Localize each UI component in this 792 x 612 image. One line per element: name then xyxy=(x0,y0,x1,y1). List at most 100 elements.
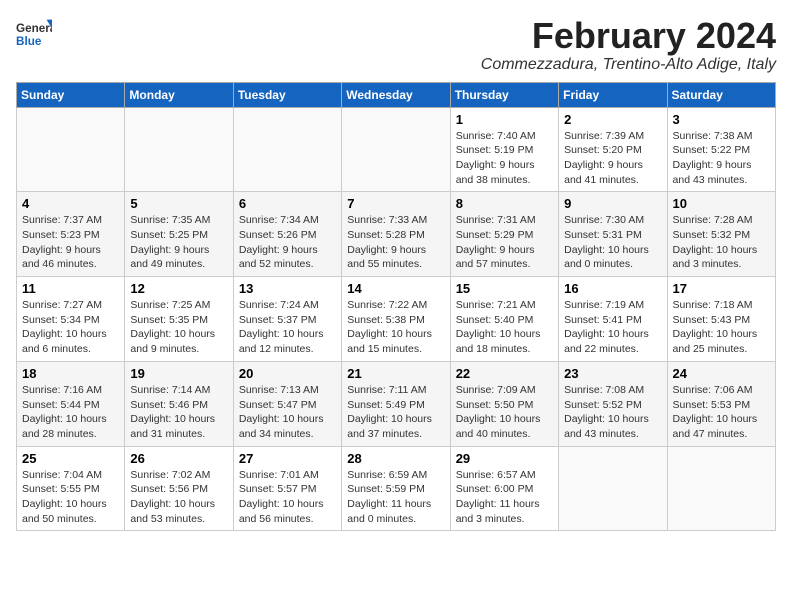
day-number: 27 xyxy=(239,451,336,466)
table-row: 2 Sunrise: 7:39 AM Sunset: 5:20 PM Daylig… xyxy=(559,107,667,192)
day-number: 17 xyxy=(673,281,770,296)
header-friday: Friday xyxy=(559,82,667,107)
week-row-4: 18 Sunrise: 7:16 AM Sunset: 5:44 PM Dayli… xyxy=(17,361,776,446)
day-detail: Sunrise: 7:35 AM Sunset: 5:25 PM Dayligh… xyxy=(130,213,227,272)
table-row xyxy=(125,107,233,192)
svg-text:Blue: Blue xyxy=(16,35,42,48)
day-number: 25 xyxy=(22,451,119,466)
table-row: 28 Sunrise: 6:59 AM Sunset: 5:59 PM Dayli… xyxy=(342,446,450,531)
day-detail: Sunrise: 7:33 AM Sunset: 5:28 PM Dayligh… xyxy=(347,213,444,272)
table-row: 5 Sunrise: 7:35 AM Sunset: 5:25 PM Daylig… xyxy=(125,192,233,277)
day-detail: Sunrise: 7:19 AM Sunset: 5:41 PM Dayligh… xyxy=(564,298,661,357)
header-wednesday: Wednesday xyxy=(342,82,450,107)
header-monday: Monday xyxy=(125,82,233,107)
day-number: 13 xyxy=(239,281,336,296)
day-number: 24 xyxy=(673,366,770,381)
table-row: 23 Sunrise: 7:08 AM Sunset: 5:52 PM Dayli… xyxy=(559,361,667,446)
day-number: 5 xyxy=(130,196,227,211)
week-row-1: 1Sunrise: 7:40 AM Sunset: 5:19 PM Daylig… xyxy=(17,107,776,192)
table-row: 27 Sunrise: 7:01 AM Sunset: 5:57 PM Dayli… xyxy=(233,446,341,531)
table-row: 24 Sunrise: 7:06 AM Sunset: 5:53 PM Dayli… xyxy=(667,361,775,446)
day-number: 21 xyxy=(347,366,444,381)
day-detail: Sunrise: 7:39 AM Sunset: 5:20 PM Dayligh… xyxy=(564,129,661,188)
day-detail: Sunrise: 7:27 AM Sunset: 5:34 PM Dayligh… xyxy=(22,298,119,357)
page-header: General Blue February 2024 Commezzadura,… xyxy=(16,16,776,74)
table-row: 25 Sunrise: 7:04 AM Sunset: 5:55 PM Dayli… xyxy=(17,446,125,531)
table-row xyxy=(342,107,450,192)
svg-text:General: General xyxy=(16,22,52,35)
table-row: 21 Sunrise: 7:11 AM Sunset: 5:49 PM Dayli… xyxy=(342,361,450,446)
day-number: 14 xyxy=(347,281,444,296)
day-number: 2 xyxy=(564,112,661,127)
table-row xyxy=(17,107,125,192)
location-subtitle: Commezzadura, Trentino-Alto Adige, Italy xyxy=(481,56,776,74)
table-row: 18 Sunrise: 7:16 AM Sunset: 5:44 PM Dayli… xyxy=(17,361,125,446)
day-detail: Sunrise: 7:01 AM Sunset: 5:57 PM Dayligh… xyxy=(239,468,336,527)
day-number: 23 xyxy=(564,366,661,381)
day-detail: Sunrise: 7:18 AM Sunset: 5:43 PM Dayligh… xyxy=(673,298,770,357)
day-detail: Sunrise: 7:37 AM Sunset: 5:23 PM Dayligh… xyxy=(22,213,119,272)
header-thursday: Thursday xyxy=(450,82,558,107)
day-number: 22 xyxy=(456,366,553,381)
day-number: 29 xyxy=(456,451,553,466)
day-detail: Sunrise: 7:30 AM Sunset: 5:31 PM Dayligh… xyxy=(564,213,661,272)
table-row: 1Sunrise: 7:40 AM Sunset: 5:19 PM Daylig… xyxy=(450,107,558,192)
day-number: 15 xyxy=(456,281,553,296)
day-detail: Sunrise: 7:06 AM Sunset: 5:53 PM Dayligh… xyxy=(673,383,770,442)
day-detail: Sunrise: 7:28 AM Sunset: 5:32 PM Dayligh… xyxy=(673,213,770,272)
day-detail: Sunrise: 7:16 AM Sunset: 5:44 PM Dayligh… xyxy=(22,383,119,442)
day-detail: Sunrise: 7:13 AM Sunset: 5:47 PM Dayligh… xyxy=(239,383,336,442)
day-detail: Sunrise: 6:57 AM Sunset: 6:00 PM Dayligh… xyxy=(456,468,553,527)
day-number: 7 xyxy=(347,196,444,211)
week-row-5: 25 Sunrise: 7:04 AM Sunset: 5:55 PM Dayli… xyxy=(17,446,776,531)
day-detail: Sunrise: 7:14 AM Sunset: 5:46 PM Dayligh… xyxy=(130,383,227,442)
table-row: 10Sunrise: 7:28 AM Sunset: 5:32 PM Dayli… xyxy=(667,192,775,277)
table-row: 13 Sunrise: 7:24 AM Sunset: 5:37 PM Dayli… xyxy=(233,277,341,362)
table-row: 16 Sunrise: 7:19 AM Sunset: 5:41 PM Dayli… xyxy=(559,277,667,362)
day-detail: Sunrise: 7:09 AM Sunset: 5:50 PM Dayligh… xyxy=(456,383,553,442)
table-row: 3 Sunrise: 7:38 AM Sunset: 5:22 PM Daylig… xyxy=(667,107,775,192)
table-row: 26 Sunrise: 7:02 AM Sunset: 5:56 PM Dayli… xyxy=(125,446,233,531)
table-row: 12 Sunrise: 7:25 AM Sunset: 5:35 PM Dayli… xyxy=(125,277,233,362)
day-number: 9 xyxy=(564,196,661,211)
day-number: 16 xyxy=(564,281,661,296)
day-detail: Sunrise: 6:59 AM Sunset: 5:59 PM Dayligh… xyxy=(347,468,444,527)
day-number: 8 xyxy=(456,196,553,211)
day-number: 18 xyxy=(22,366,119,381)
day-detail: Sunrise: 7:21 AM Sunset: 5:40 PM Dayligh… xyxy=(456,298,553,357)
table-row: 20Sunrise: 7:13 AM Sunset: 5:47 PM Dayli… xyxy=(233,361,341,446)
header-tuesday: Tuesday xyxy=(233,82,341,107)
table-row: 17 Sunrise: 7:18 AM Sunset: 5:43 PM Dayli… xyxy=(667,277,775,362)
day-detail: Sunrise: 7:24 AM Sunset: 5:37 PM Dayligh… xyxy=(239,298,336,357)
day-detail: Sunrise: 7:08 AM Sunset: 5:52 PM Dayligh… xyxy=(564,383,661,442)
day-detail: Sunrise: 7:04 AM Sunset: 5:55 PM Dayligh… xyxy=(22,468,119,527)
day-detail: Sunrise: 7:02 AM Sunset: 5:56 PM Dayligh… xyxy=(130,468,227,527)
week-row-2: 4 Sunrise: 7:37 AM Sunset: 5:23 PM Daylig… xyxy=(17,192,776,277)
title-area: February 2024 Commezzadura, Trentino-Alt… xyxy=(481,16,776,74)
day-detail: Sunrise: 7:22 AM Sunset: 5:38 PM Dayligh… xyxy=(347,298,444,357)
table-row: 6Sunrise: 7:34 AM Sunset: 5:26 PM Daylig… xyxy=(233,192,341,277)
table-row: 7 Sunrise: 7:33 AM Sunset: 5:28 PM Daylig… xyxy=(342,192,450,277)
day-detail: Sunrise: 7:40 AM Sunset: 5:19 PM Dayligh… xyxy=(456,129,553,188)
day-number: 19 xyxy=(130,366,227,381)
day-number: 4 xyxy=(22,196,119,211)
logo: General Blue xyxy=(16,16,56,52)
day-number: 3 xyxy=(673,112,770,127)
calendar-header-row: Sunday Monday Tuesday Wednesday Thursday… xyxy=(17,82,776,107)
header-saturday: Saturday xyxy=(667,82,775,107)
table-row xyxy=(559,446,667,531)
table-row: 8Sunrise: 7:31 AM Sunset: 5:29 PM Daylig… xyxy=(450,192,558,277)
month-title: February 2024 xyxy=(481,16,776,56)
week-row-3: 11Sunrise: 7:27 AM Sunset: 5:34 PM Dayli… xyxy=(17,277,776,362)
table-row: 15 Sunrise: 7:21 AM Sunset: 5:40 PM Dayli… xyxy=(450,277,558,362)
header-sunday: Sunday xyxy=(17,82,125,107)
day-detail: Sunrise: 7:34 AM Sunset: 5:26 PM Dayligh… xyxy=(239,213,336,272)
day-number: 28 xyxy=(347,451,444,466)
day-detail: Sunrise: 7:38 AM Sunset: 5:22 PM Dayligh… xyxy=(673,129,770,188)
day-detail: Sunrise: 7:25 AM Sunset: 5:35 PM Dayligh… xyxy=(130,298,227,357)
day-number: 26 xyxy=(130,451,227,466)
day-detail: Sunrise: 7:11 AM Sunset: 5:49 PM Dayligh… xyxy=(347,383,444,442)
day-number: 12 xyxy=(130,281,227,296)
table-row xyxy=(667,446,775,531)
calendar-table: Sunday Monday Tuesday Wednesday Thursday… xyxy=(16,82,776,532)
